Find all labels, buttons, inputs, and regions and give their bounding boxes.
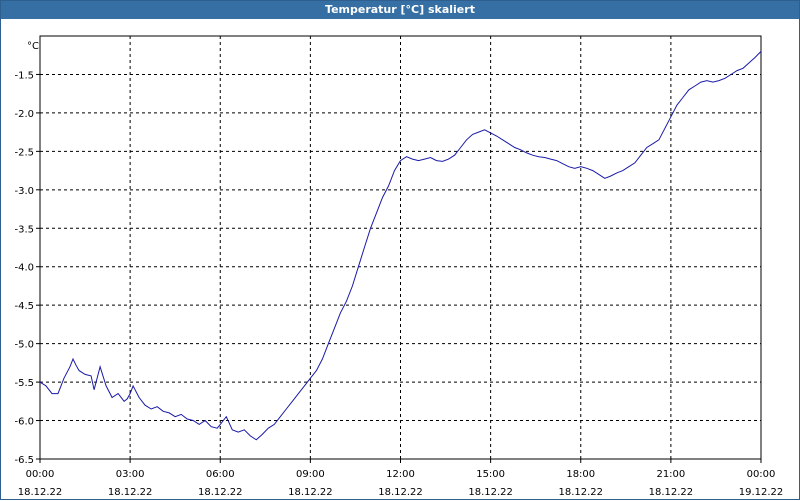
x-tick-time-label: 00:00 bbox=[26, 469, 55, 480]
x-tick-date-label: 18.12.22 bbox=[558, 487, 603, 498]
y-tick-label: -3.5 bbox=[14, 224, 34, 235]
x-tick-date-label: 18.12.22 bbox=[378, 487, 423, 498]
y-unit-label: °C bbox=[27, 41, 39, 52]
x-tick-date-label: 19.12.22 bbox=[739, 487, 784, 498]
x-tick-time-label: 21:00 bbox=[656, 469, 685, 480]
chart-window: Temperatur [°C] skaliert °C -1.5 -2.0 -2.5… bbox=[0, 0, 800, 500]
x-tick-date-label: 18.12.22 bbox=[649, 487, 694, 498]
x-tick-time-label: 18:00 bbox=[566, 469, 595, 480]
y-tick-label: -3.0 bbox=[14, 186, 34, 197]
y-tick-label: -5.0 bbox=[14, 340, 34, 351]
y-tick-label: -6.0 bbox=[14, 417, 34, 428]
y-tick-label: -2.0 bbox=[14, 109, 34, 120]
y-tick-label: -2.5 bbox=[14, 147, 34, 158]
x-tick-time-label: 15:00 bbox=[476, 469, 505, 480]
y-tick-label: -6.5 bbox=[14, 455, 34, 466]
temperature-chart: °C -1.5-2.0-2.5-3.0-3.5-4.0-4.5-5.0-5.5-… bbox=[14, 35, 784, 498]
x-tick-time-label: 12:00 bbox=[386, 469, 415, 480]
x-tick-date-label: 18.12.22 bbox=[108, 487, 153, 498]
x-tick-date-label: 18.12.22 bbox=[468, 487, 513, 498]
x-axis-ticks: 00:00 18.12.22 03:00 18.12.22 06:00 18.12.22 0… bbox=[18, 459, 784, 498]
x-tick-time-label: 00:00 bbox=[747, 469, 776, 480]
y-axis-ticks: -1.5 -2.0 -2.5 -3.0 -3.5 -4.0 -4.5 -5.0 -5.5 -6.0… bbox=[14, 70, 40, 466]
y-tick-label: -1.5 bbox=[14, 70, 34, 81]
x-tick-date-label: 18.12.22 bbox=[18, 487, 63, 498]
y-tick-label: -4.0 bbox=[14, 263, 34, 274]
y-tick-label: -4.5 bbox=[14, 301, 34, 312]
y-tick-label: -5.5 bbox=[14, 378, 34, 389]
x-tick-time-label: 09:00 bbox=[296, 469, 325, 480]
x-tick-time-label: 06:00 bbox=[206, 469, 235, 480]
x-tick-date-label: 18.12.22 bbox=[288, 487, 333, 498]
x-tick-time-label: 03:00 bbox=[116, 469, 145, 480]
x-tick-date-label: 18.12.22 bbox=[198, 487, 243, 498]
